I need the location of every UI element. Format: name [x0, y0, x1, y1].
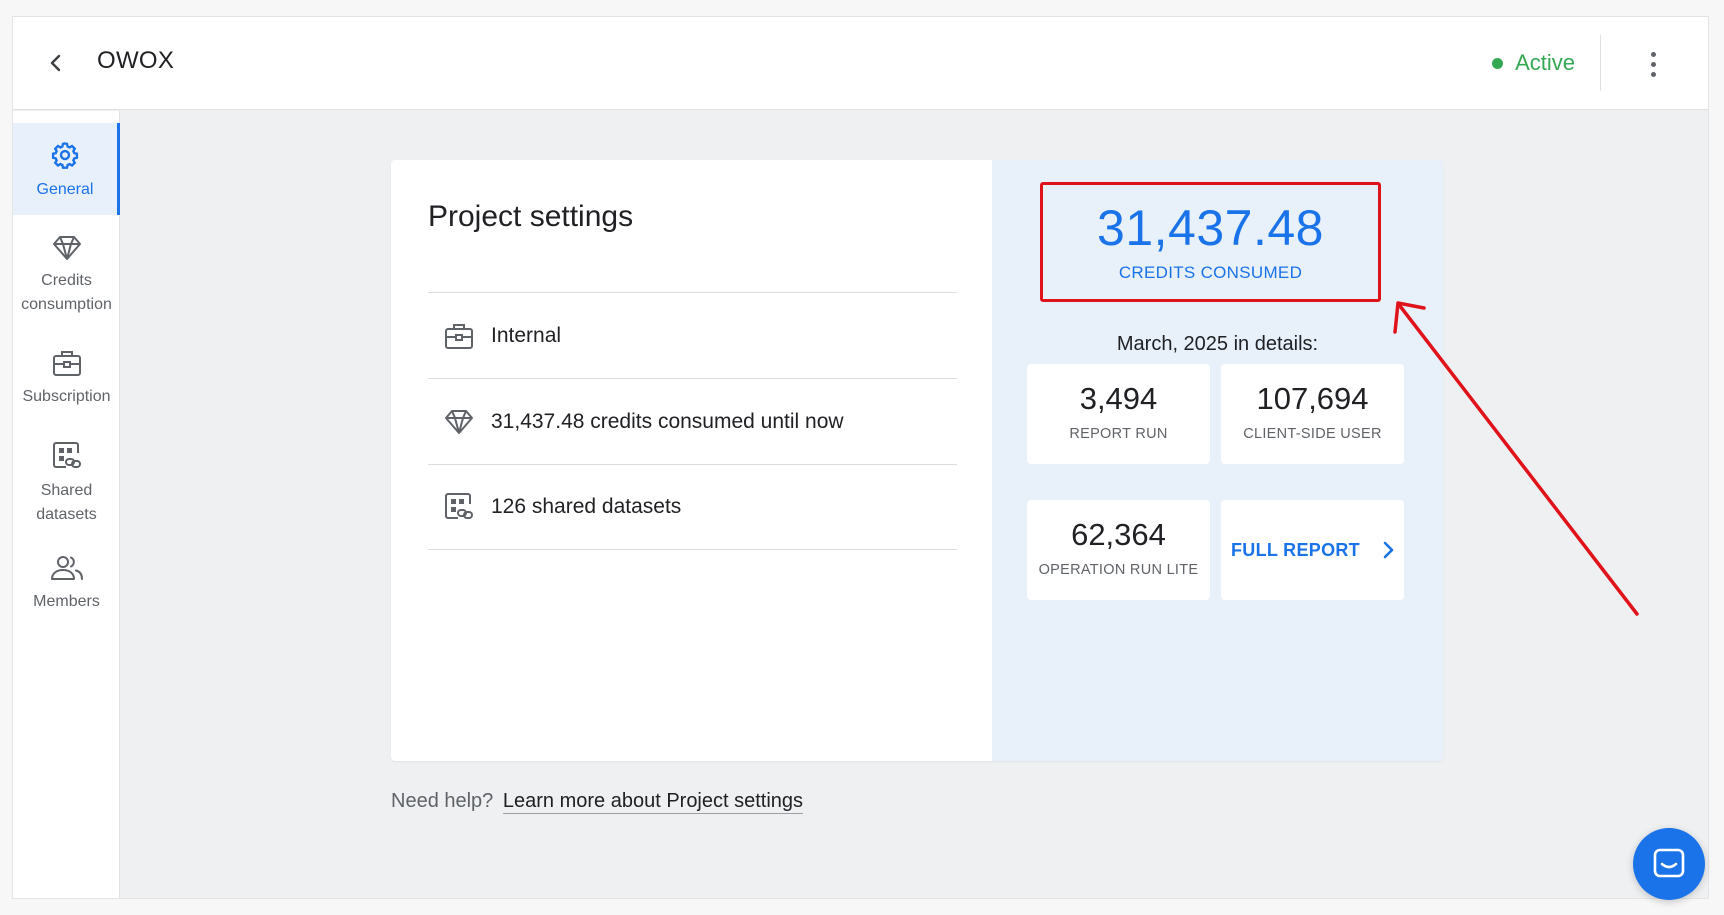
chevron-right-icon — [1383, 541, 1394, 559]
month-details-label: March, 2025 in details: — [1116, 333, 1319, 355]
full-report-label: FULL REPORT — [1231, 539, 1360, 560]
plan-text: Internal — [491, 323, 562, 347]
members-icon — [50, 556, 83, 580]
project-settings-card: Project settings Internal 31,437.48 cred… — [391, 160, 1443, 761]
page-title: Project settings — [428, 200, 634, 233]
help-text: Need help? Learn more about Project sett… — [391, 790, 804, 814]
full-report-button[interactable]: FULL REPORT — [1221, 500, 1404, 600]
top-bar: OWOX Active — [13, 17, 1708, 110]
info-row-credits: 31,437.48 credits consumed until now — [428, 378, 957, 464]
project-info-panel: Project settings Internal 31,437.48 cred… — [391, 160, 992, 761]
sidebar: General Credits consumption Subscription — [13, 111, 120, 898]
stat-label: REPORT RUN — [1069, 426, 1168, 442]
project-title: OWOX — [97, 47, 175, 74]
status-dot-icon — [1492, 57, 1504, 69]
info-row-plan: Internal — [428, 292, 957, 378]
credits-consumed-box: 31,437.48 CREDITS CONSUMED — [1040, 182, 1381, 302]
stat-value: 107,694 — [1256, 381, 1369, 416]
credits-label: CREDITS CONSUMED — [1118, 263, 1303, 282]
stat-tile-client-side-user: 107,694 CLIENT-SIDE USER — [1221, 364, 1404, 464]
sidebar-item-label: Members — [33, 593, 100, 610]
chevron-left-icon — [50, 54, 61, 72]
diamond-icon — [442, 409, 476, 435]
diamond-icon — [52, 236, 81, 260]
stat-value: 62,364 — [1071, 517, 1166, 552]
sidebar-item-label: Shared datasets — [36, 482, 97, 523]
app-window: OWOX Active General Credits consumption — [12, 16, 1709, 899]
header-divider — [1600, 35, 1601, 91]
sidebar-item-shared-datasets[interactable]: Shared datasets — [13, 441, 120, 531]
sidebar-item-members[interactable]: Members — [13, 554, 120, 624]
more-options-button[interactable] — [1636, 46, 1670, 82]
more-vert-icon — [1650, 51, 1656, 57]
credits-value: 31,437.48 — [1097, 200, 1324, 256]
datasets-text: 126 shared datasets — [491, 495, 682, 518]
stat-label: OPERATION RUN LITE — [1038, 562, 1199, 578]
sidebar-item-label: Subscription — [22, 388, 111, 405]
stat-label: CLIENT-SIDE USER — [1243, 426, 1382, 442]
stat-tile-report-run: 3,494 REPORT RUN — [1027, 364, 1210, 464]
sidebar-item-label: Credits consumption — [21, 272, 112, 313]
help-prefix: Need help? — [391, 790, 494, 812]
credits-text: 31,437.48 credits consumed until now — [491, 409, 844, 433]
status-indicator: Active — [1492, 50, 1575, 76]
gear-icon — [51, 142, 79, 169]
stat-value: 3,494 — [1079, 381, 1158, 416]
status-text: Active — [1515, 50, 1575, 75]
back-button[interactable] — [39, 46, 73, 80]
sidebar-item-credits-consumption[interactable]: Credits consumption — [13, 235, 120, 325]
chat-icon — [1653, 848, 1685, 878]
learn-more-link[interactable]: Learn more about Project settings — [502, 790, 804, 814]
chat-widget-button[interactable] — [1633, 828, 1705, 900]
briefcase-icon — [52, 351, 81, 376]
sidebar-item-general[interactable]: General — [13, 123, 120, 215]
stat-tile-operation-run-lite: 62,364 OPERATION RUN LITE — [1027, 500, 1210, 600]
info-row-datasets: 126 shared datasets — [428, 464, 957, 550]
credits-panel: 31,437.48 CREDITS CONSUMED March, 2025 i… — [992, 160, 1443, 761]
shared-datasets-icon — [52, 442, 81, 468]
sidebar-item-label: General — [36, 181, 94, 198]
shared-datasets-icon — [442, 492, 476, 522]
sidebar-item-subscription[interactable]: Subscription — [13, 349, 120, 419]
briefcase-icon — [442, 322, 476, 350]
